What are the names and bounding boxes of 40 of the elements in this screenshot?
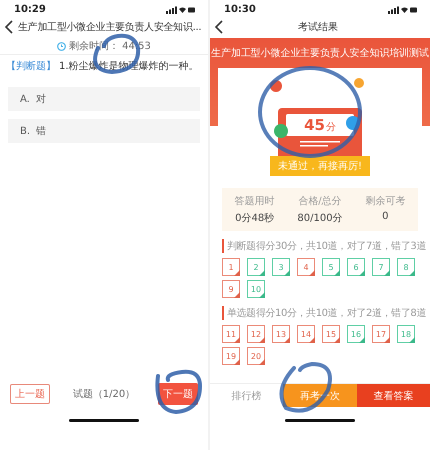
answer-number[interactable]: 3 xyxy=(272,258,290,276)
question-counter: 试题（1/20） xyxy=(72,388,136,401)
answer-number[interactable]: 10 xyxy=(247,280,265,298)
answer-number[interactable]: 20 xyxy=(247,347,265,365)
answer-number[interactable]: 4 xyxy=(297,258,315,276)
status-time: 10:29 xyxy=(14,4,46,15)
action-button[interactable]: 查看答案 xyxy=(356,384,430,407)
status-time: 10:30 xyxy=(224,4,256,15)
stat-label: 剩余可考 xyxy=(365,194,406,208)
result-message: 未通过，再接再厉! xyxy=(270,156,370,176)
answer-number[interactable]: 15 xyxy=(322,325,340,343)
previous-button[interactable]: 上一题 xyxy=(10,384,50,404)
answer-number[interactable]: 1 xyxy=(222,258,240,276)
answer-number[interactable]: 5 xyxy=(322,258,340,276)
stat-value: 0 xyxy=(382,211,389,222)
answer-number[interactable]: 14 xyxy=(297,325,315,343)
answer-option[interactable]: B. 错 xyxy=(8,119,200,143)
answer-number[interactable]: 13 xyxy=(272,325,290,343)
exam-title: 生产加工型小微企业主要负责人安全知识培训测试 xyxy=(211,46,429,60)
answer-number[interactable]: 11 xyxy=(222,325,240,343)
stat-label: 答题用时 xyxy=(234,194,275,208)
exam-title: 生产加工型小微企业主要负责人安全知识... xyxy=(18,20,202,34)
answer-number[interactable]: 18 xyxy=(397,325,415,343)
answer-number[interactable]: 16 xyxy=(347,325,365,343)
stat-label: 合格/总分 xyxy=(298,194,342,208)
answer-number[interactable]: 6 xyxy=(347,258,365,276)
answer-option[interactable]: A. 对 xyxy=(8,87,200,111)
page-title: 考试结果 xyxy=(297,20,339,34)
stat-value: 80/100分 xyxy=(297,212,343,225)
answer-number[interactable]: 2 xyxy=(247,258,265,276)
score-value: 45 xyxy=(304,116,325,134)
answer-number[interactable]: 19 xyxy=(222,347,240,365)
question-type: 【判断题】 xyxy=(6,60,56,73)
score-unit: 分 xyxy=(326,121,336,134)
stat-value: 0分48秒 xyxy=(235,212,274,225)
answer-number[interactable]: 8 xyxy=(397,258,415,276)
answer-number[interactable]: 7 xyxy=(372,258,390,276)
answer-number[interactable]: 12 xyxy=(247,325,265,343)
answer-number[interactable]: 9 xyxy=(222,280,240,298)
answer-number[interactable]: 17 xyxy=(372,325,390,343)
